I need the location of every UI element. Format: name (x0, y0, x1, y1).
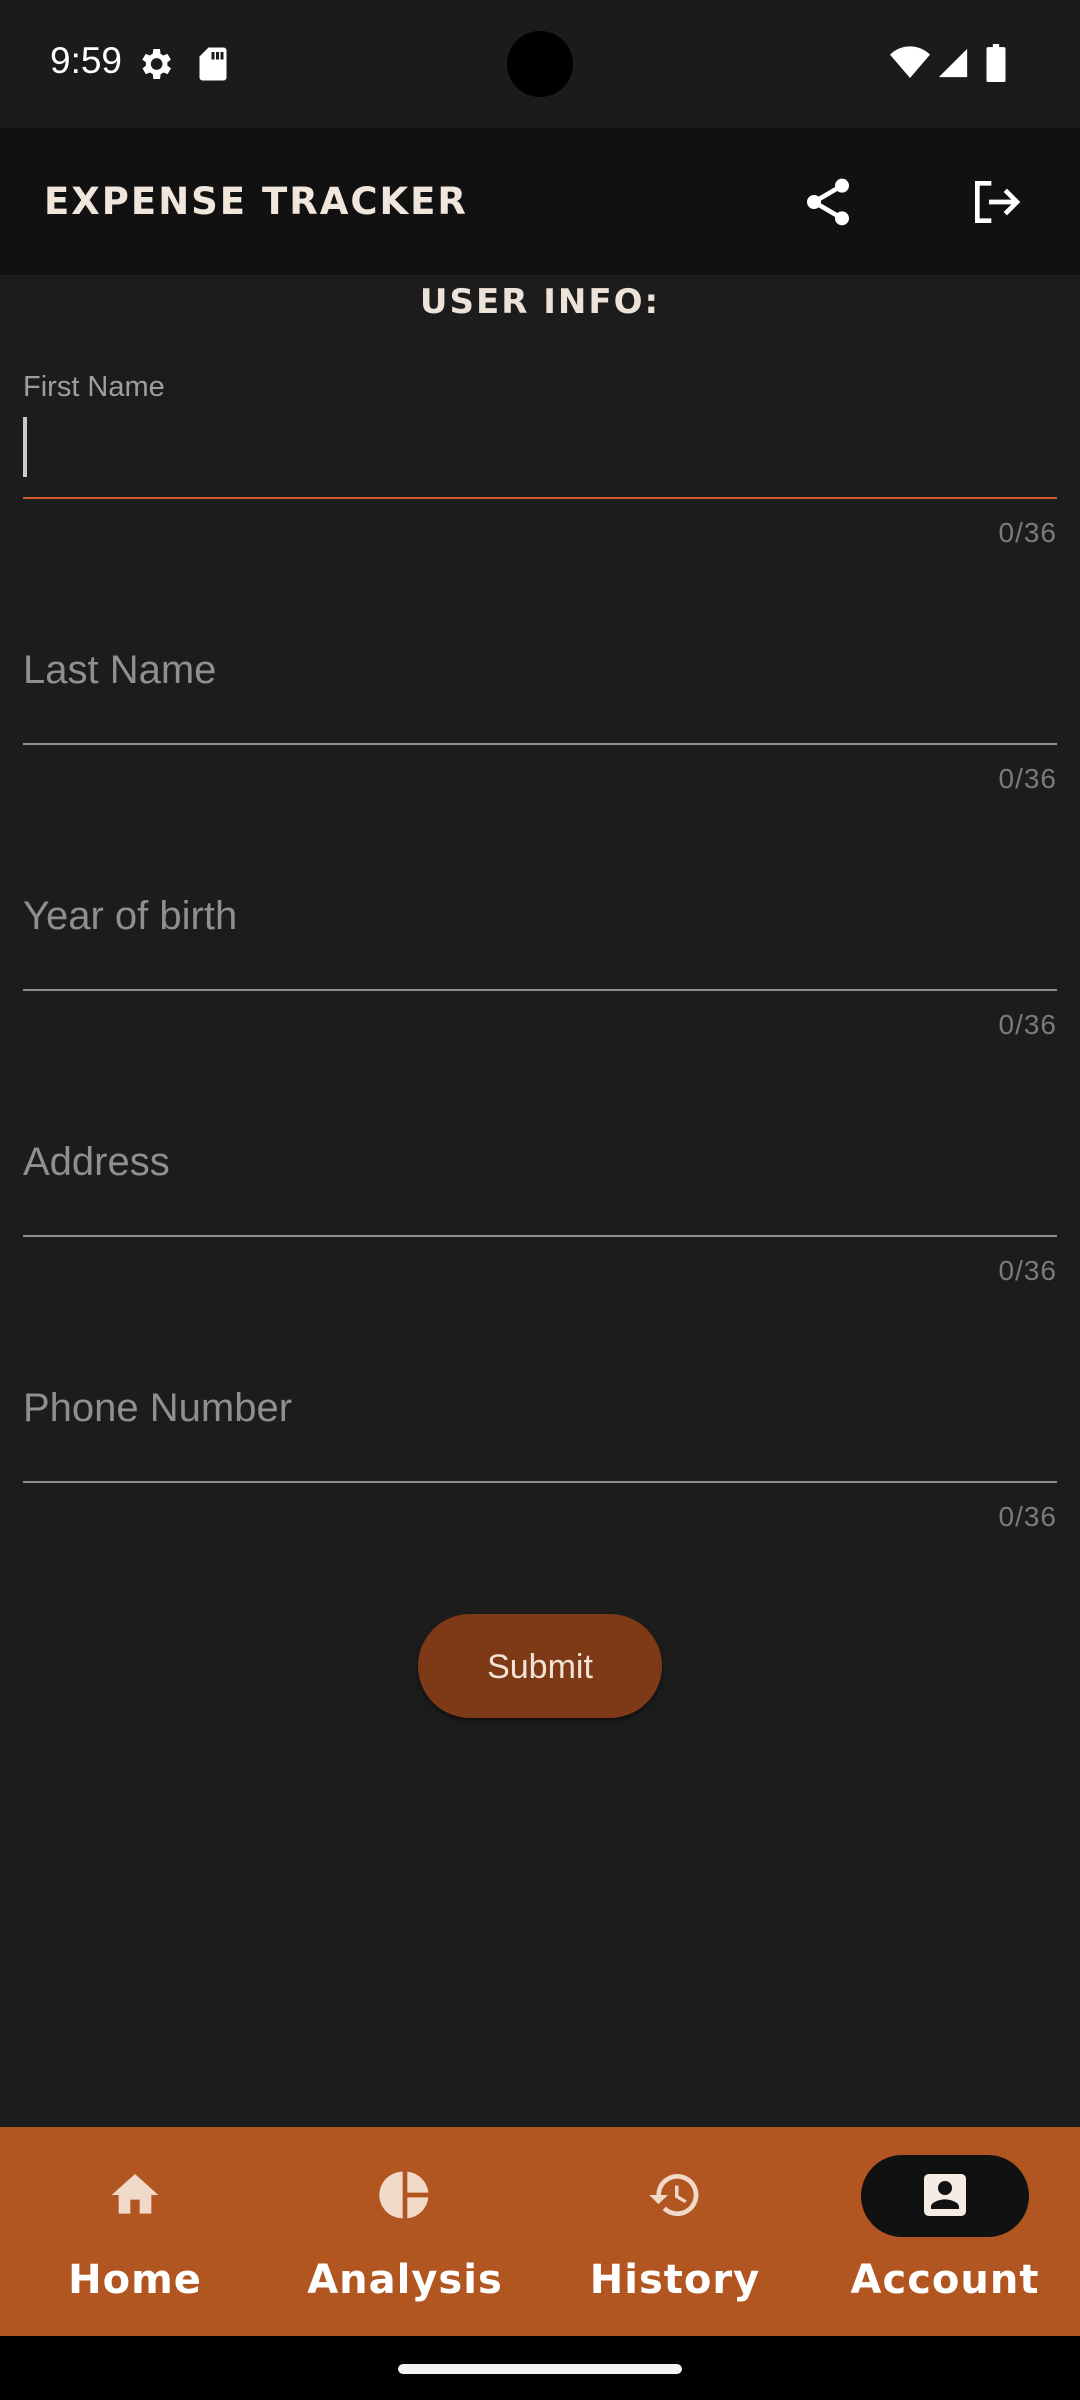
share-icon[interactable] (800, 174, 856, 230)
nav-label-history: History (589, 2257, 761, 2303)
phone-number-counter: 0/36 (998, 1501, 1057, 1532)
year-of-birth-counter: 0/36 (998, 1009, 1057, 1040)
section-title: USER INFO: (419, 282, 661, 322)
year-of-birth-underline (23, 989, 1057, 991)
nav-item-analysis[interactable]: Analysis (270, 2127, 540, 2336)
nav-item-history[interactable]: History (540, 2127, 810, 2336)
gesture-navigation-area (0, 2336, 1080, 2400)
logout-icon[interactable] (966, 174, 1026, 230)
wifi-icon (890, 46, 930, 78)
nav-label-home: Home (68, 2257, 202, 2303)
front-camera (507, 31, 573, 97)
first-name-underline (23, 497, 1057, 499)
first-name-input[interactable] (23, 417, 1057, 477)
status-bar: 9:59 (0, 0, 1080, 128)
last-name-counter: 0/36 (998, 763, 1057, 794)
history-icon (649, 2174, 699, 2216)
app-title: EXPENSE TRACKER (44, 180, 468, 223)
address-input[interactable] (23, 1132, 1057, 1192)
submit-button[interactable]: Submit (418, 1614, 662, 1718)
nav-label-analysis: Analysis (307, 2257, 503, 2303)
cell-signal-icon (938, 48, 968, 78)
bottom-navigation: Home Analysis History Account (0, 2127, 1080, 2336)
pie-chart-icon (379, 2171, 429, 2219)
address-counter: 0/36 (998, 1255, 1057, 1286)
app-bar: EXPENSE TRACKER (0, 128, 1080, 275)
status-time: 9:59 (50, 40, 123, 81)
phone-number-input[interactable] (23, 1378, 1057, 1438)
address-underline (23, 1235, 1057, 1237)
settings-gear-icon (142, 49, 171, 79)
home-gesture-bar[interactable] (398, 2364, 682, 2374)
sd-card-icon (199, 47, 227, 81)
phone-number-underline (23, 1481, 1057, 1483)
first-name-counter: 0/36 (998, 517, 1057, 548)
nav-item-account[interactable]: Account (810, 2127, 1080, 2336)
first-name-label: First Name (23, 371, 165, 403)
nav-item-home[interactable]: Home (0, 2127, 270, 2336)
last-name-underline (23, 743, 1057, 745)
account-box-icon (924, 2174, 966, 2216)
last-name-input[interactable] (23, 640, 1057, 700)
battery-icon (986, 44, 1006, 82)
year-of-birth-input[interactable] (23, 886, 1057, 946)
nav-label-account: Account (850, 2257, 1040, 2303)
home-icon (111, 2174, 159, 2214)
